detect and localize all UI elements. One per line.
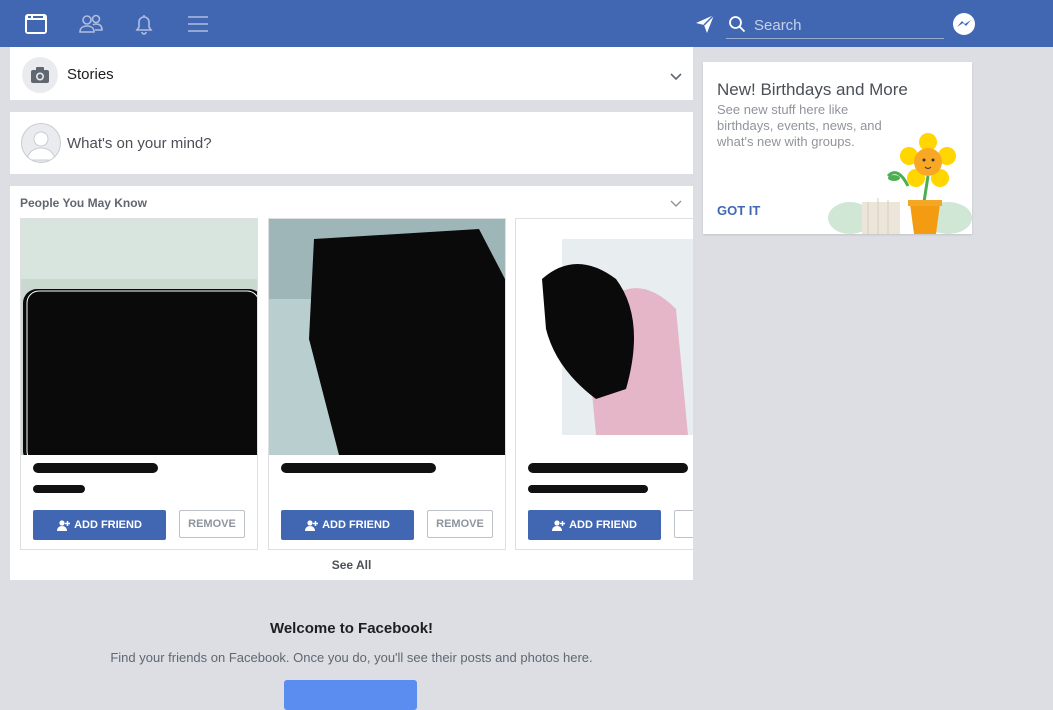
remove-button[interactable]: REMOVE: [427, 510, 493, 538]
status-composer[interactable]: What's on your mind?: [10, 112, 693, 174]
stories-label: Stories: [67, 66, 114, 83]
name-redacted: [528, 463, 688, 473]
got-it-button[interactable]: GOT IT: [717, 203, 760, 218]
promo-title: New! Birthdays and More: [717, 80, 908, 99]
chevron-down-icon[interactable]: [669, 196, 683, 207]
news-feed-icon[interactable]: [24, 12, 48, 36]
menu-icon[interactable]: [186, 12, 210, 36]
people-you-may-know-card: People You May Know ADD FRIEND REMOVE AD…: [10, 186, 693, 580]
person-card: ADD FRIEND REMOVE: [20, 218, 258, 550]
name-redacted: [33, 463, 158, 473]
search-bar: [726, 10, 944, 39]
messenger-icon[interactable]: [952, 12, 976, 36]
profile-photo[interactable]: [269, 219, 505, 455]
add-friend-icon: [57, 519, 71, 531]
add-friend-icon: [305, 519, 319, 531]
search-input[interactable]: [752, 13, 944, 37]
remove-button[interactable]: REMOVE: [179, 510, 245, 538]
add-friend-button[interactable]: ADD FRIEND: [528, 510, 661, 540]
composer-prompt[interactable]: What's on your mind?: [67, 135, 212, 152]
stories-card[interactable]: Stories: [10, 47, 693, 100]
person-card: ADD FRIEND REMOVE: [268, 218, 506, 550]
friends-icon[interactable]: [78, 12, 103, 36]
remove-button[interactable]: [674, 510, 693, 538]
welcome-title: Welcome to Facebook!: [269, 620, 434, 637]
add-friend-icon: [552, 519, 566, 531]
profile-photo[interactable]: [21, 219, 257, 455]
profile-photo[interactable]: [516, 219, 693, 455]
add-friend-button[interactable]: ADD FRIEND: [281, 510, 414, 540]
birthdays-promo-card: New! Birthdays and More See new stuff he…: [703, 62, 972, 234]
section-title: People You May Know: [20, 196, 147, 210]
welcome-subtitle: Find your friends on Facebook. Once you …: [110, 650, 593, 665]
person-card: ADD FRIEND: [515, 218, 693, 550]
notifications-icon[interactable]: [132, 12, 156, 36]
send-icon[interactable]: [694, 13, 716, 35]
mutual-redacted: [528, 485, 648, 493]
mutual-redacted: [33, 485, 85, 493]
flower-pot-illustration: [828, 133, 972, 234]
search-icon: [728, 15, 746, 33]
chevron-down-icon[interactable]: [669, 69, 683, 81]
see-all-link[interactable]: See All: [10, 558, 693, 572]
avatar: [21, 123, 61, 163]
camera-icon[interactable]: [22, 57, 58, 93]
name-redacted: [281, 463, 436, 473]
add-friend-button[interactable]: ADD FRIEND: [33, 510, 166, 540]
top-navigation-bar: [0, 0, 1053, 47]
find-friends-button[interactable]: [284, 680, 417, 710]
